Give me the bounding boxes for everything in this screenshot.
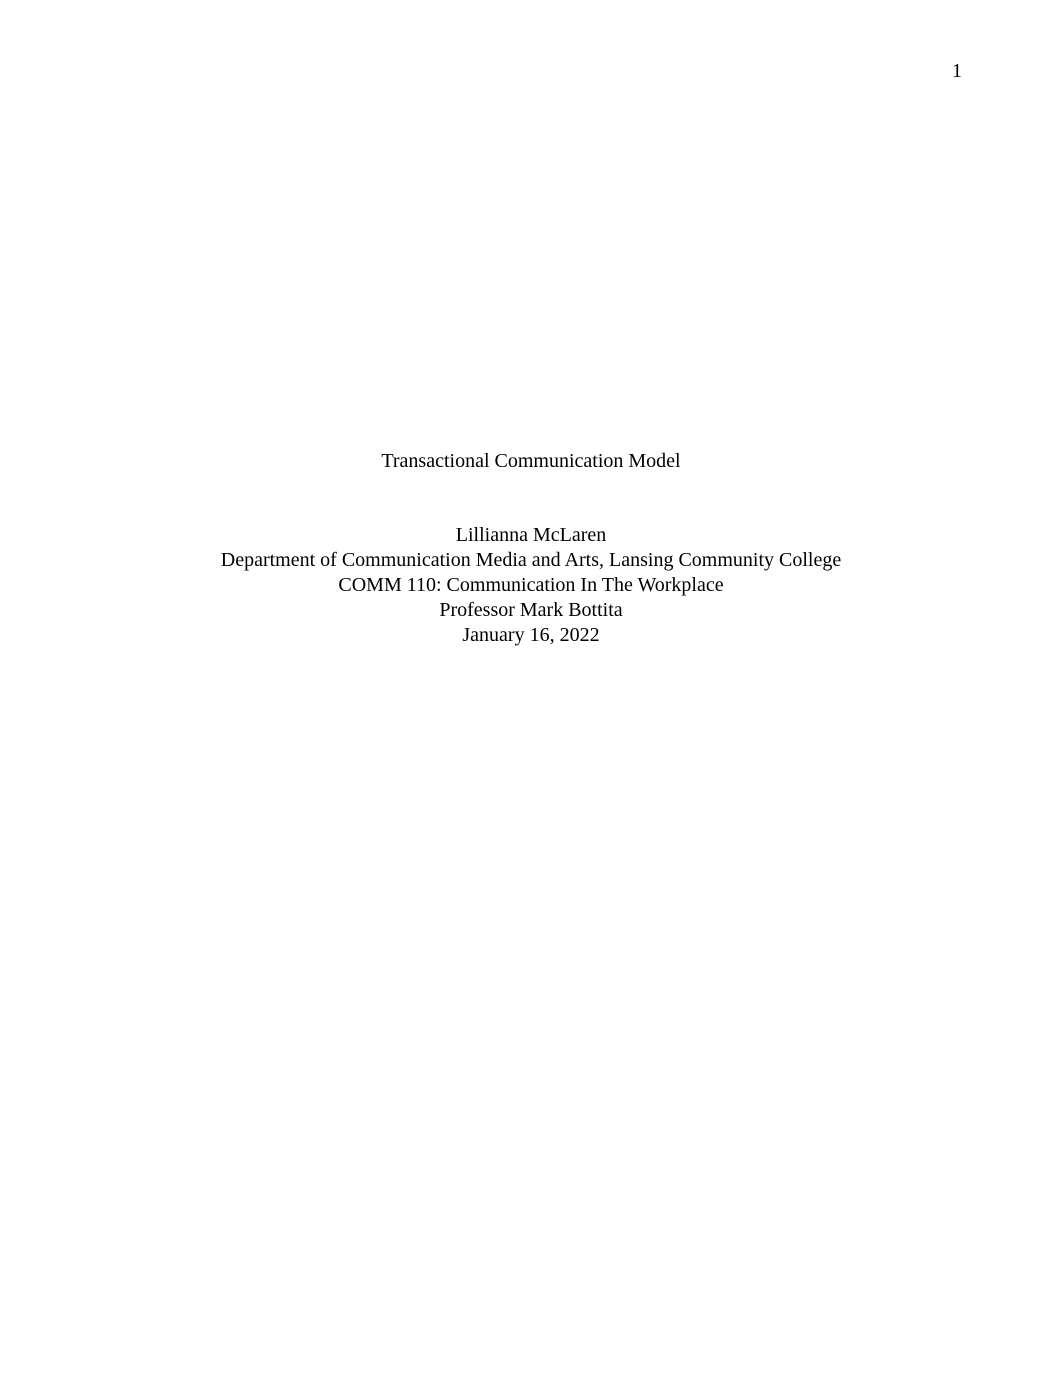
author-name: Lillianna McLaren	[0, 523, 1062, 548]
course-line: COMM 110: Communication In The Workplace	[0, 573, 1062, 598]
professor-line: Professor Mark Bottita	[0, 598, 1062, 623]
department-line: Department of Communication Media and Ar…	[0, 548, 1062, 573]
page-number: 1	[952, 60, 962, 83]
document-title: Transactional Communication Model	[0, 450, 1062, 473]
title-page-content: Transactional Communication Model Lillia…	[0, 450, 1062, 648]
date-line: January 16, 2022	[0, 623, 1062, 648]
